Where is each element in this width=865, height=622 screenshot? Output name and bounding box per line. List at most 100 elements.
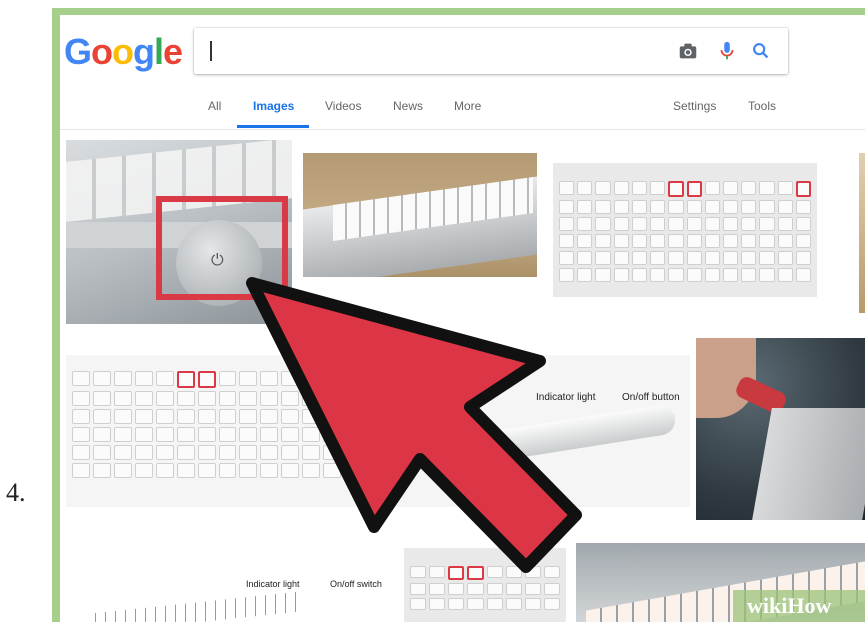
screenshot-frame: Google All Images Videos News More Setti… — [52, 8, 865, 622]
keyboard-key — [741, 268, 757, 282]
keyboard-key — [218, 391, 237, 406]
tab-more[interactable]: More — [454, 99, 481, 113]
google-images-page: Google All Images Videos News More Setti… — [60, 15, 865, 622]
tab-news[interactable]: News — [393, 99, 423, 113]
keyboard-key — [650, 200, 666, 214]
keyboard-key — [559, 181, 575, 195]
search-icon[interactable] — [750, 40, 772, 62]
keyboard-key — [704, 234, 720, 248]
camera-icon[interactable] — [677, 40, 699, 62]
keyboard-key — [613, 200, 629, 214]
keyboard-key — [595, 234, 611, 248]
keyboard-key — [113, 427, 132, 442]
tab-images[interactable]: Images — [253, 99, 294, 113]
keyboard-key — [429, 598, 446, 610]
keyboard-key — [741, 217, 757, 231]
keyboard-key — [759, 234, 775, 248]
keyboard-key — [134, 391, 153, 406]
keyboard-key — [448, 598, 465, 610]
keyboard-key — [72, 371, 90, 386]
keyboard-key — [613, 251, 629, 265]
keyboard-key — [176, 445, 195, 460]
keyboard-key — [631, 268, 648, 282]
keyboard-key — [741, 200, 757, 214]
keyboard-key — [631, 217, 648, 231]
logo-letter: l — [154, 31, 164, 72]
keyboard-key — [577, 200, 593, 214]
keyboard-key — [176, 371, 195, 388]
keyboard-key — [631, 251, 648, 265]
keyboard-sketch — [86, 591, 296, 622]
image-result[interactable] — [553, 163, 817, 297]
image-result[interactable] — [303, 153, 537, 277]
keyboard-key — [613, 217, 629, 231]
search-tabs: All Images Videos News More Settings Too… — [60, 99, 865, 129]
logo-letter: g — [133, 31, 155, 72]
keyboard-key — [505, 598, 522, 610]
keyboard-key — [795, 181, 811, 197]
microphone-icon[interactable] — [716, 40, 738, 62]
keyboard-key — [759, 217, 775, 231]
keyboard-key — [176, 463, 195, 478]
keyboard-key — [559, 200, 575, 214]
keyboard-key — [72, 391, 90, 406]
keyboard-key — [704, 200, 720, 214]
keyboard-key — [686, 234, 702, 248]
keyboard-key — [704, 217, 720, 231]
keyboard-key — [613, 268, 629, 282]
step-number: 4. — [6, 478, 26, 507]
keyboard-key — [650, 217, 666, 231]
keyboard-key — [92, 445, 111, 460]
image-result[interactable] — [859, 153, 865, 313]
keyboard-key — [668, 268, 684, 282]
tab-settings[interactable]: Settings — [673, 99, 716, 113]
active-tab-indicator — [237, 125, 309, 128]
search-input[interactable] — [194, 28, 788, 74]
keyboard-key — [759, 251, 775, 265]
text-cursor — [210, 41, 212, 61]
keyboard-key — [197, 409, 216, 424]
keyboard-key — [92, 427, 111, 442]
keyboard-key — [795, 251, 811, 265]
keyboard-key — [777, 234, 793, 248]
logo-letter: o — [112, 31, 134, 72]
keyboard-key — [686, 181, 702, 197]
keyboard-key — [668, 200, 684, 214]
keyboard-key — [686, 217, 702, 231]
keyboard-key — [113, 409, 132, 424]
keyboard-key — [704, 268, 720, 282]
keyboard-key — [595, 217, 611, 231]
keyboard-key — [704, 181, 720, 195]
keyboard-key — [795, 217, 811, 231]
keyboard-key — [218, 445, 237, 460]
keyboard-key — [467, 598, 484, 610]
tab-videos[interactable]: Videos — [325, 99, 361, 113]
keyboard-key — [595, 200, 611, 214]
keyboard-key — [686, 251, 702, 265]
keyboard-key — [631, 200, 648, 214]
keyboard-key — [650, 234, 666, 248]
keyboard-key — [741, 234, 757, 248]
keyboard-key — [595, 251, 611, 265]
tab-tools[interactable]: Tools — [748, 99, 776, 113]
keyboard-key — [795, 268, 811, 282]
keyboard-key — [722, 234, 739, 248]
keyboard-key — [155, 409, 174, 424]
tab-all[interactable]: All — [208, 99, 221, 113]
keyboard-key — [113, 371, 132, 386]
keyboard-key — [197, 445, 216, 460]
keyboard-key — [668, 234, 684, 248]
keyboard-key — [134, 463, 153, 478]
keyboard-key — [155, 463, 174, 478]
google-logo[interactable]: Google — [64, 31, 183, 73]
keyboard-key — [155, 427, 174, 442]
keyboard-key — [197, 391, 216, 406]
keyboard-key — [176, 427, 195, 442]
keyboard-key — [759, 181, 775, 195]
keyboard-key — [704, 251, 720, 265]
image-result[interactable] — [696, 338, 865, 520]
keyboard-key — [72, 445, 90, 460]
keyboard-key — [795, 200, 811, 214]
keyboard-key — [197, 371, 216, 388]
keyboard-key — [543, 598, 560, 610]
